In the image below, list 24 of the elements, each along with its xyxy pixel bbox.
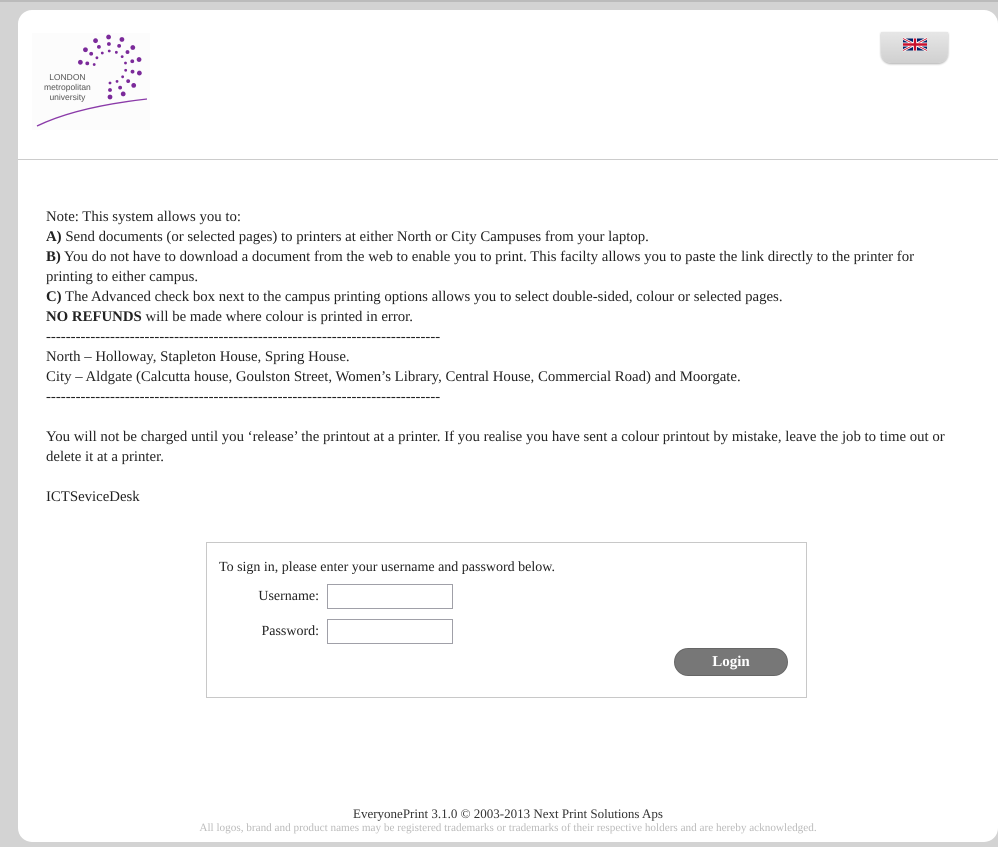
signature: ICTSeviceDesk — [46, 488, 141, 507]
notice-line: NO REFUNDS will be made where colour is printed in error. — [46, 308, 414, 327]
disclaimer-text: All logos, brand and product names may be registered trademarks or trademarks of their respective holders and are hereby acknowledged. — [199, 822, 817, 834]
notice-line: C) The Advanced check box next to the campus printing options allows you to select double-sided, colour or selected pages. — [46, 288, 784, 307]
notice-line: A) Send documents (or selected pages) to printers at either North or City Campuses from your laptop. — [46, 228, 650, 247]
field-label: Username: — [257, 588, 319, 604]
logo-text: LONDON — [49, 72, 86, 82]
logo-text: university — [49, 92, 86, 102]
login-button[interactable]: Login — [674, 648, 788, 676]
login-intro: To sign in, please enter your username and password below. — [219, 560, 556, 576]
copyright-text: EveryonePrint 3.1.0 © 2003-2013 Next Print Solutions Aps — [353, 806, 663, 822]
notice-line: City – Aldgate (Calcutta house, Goulston Street, Women’s Library, Central House, Commercial Road) and Moorgate. — [46, 368, 742, 387]
logo-text: metropolitan — [44, 82, 91, 92]
charge-note: You will not be charged until you ‘release’ the printout at a printer. If you realise you have sent a colour printout by mistake, leave the job to time out or delete it at a printer. — [46, 428, 946, 467]
notice-line: Note: This system allows you to: — [46, 208, 242, 227]
field-label: Password: — [260, 624, 319, 640]
language-button[interactable] — [881, 32, 948, 63]
username-field[interactable] — [327, 584, 453, 609]
notice-line: -------------------------------------------------------------------------------- — [46, 388, 442, 407]
notice-line: B) You do not have to download a document from the web to enable you to print. This facilty allows you to paste the link directly to the printer for printing to either campus. — [46, 248, 916, 287]
password-field[interactable] — [327, 619, 453, 644]
notice-line: -------------------------------------------------------------------------------- — [46, 328, 442, 347]
uk-flag-icon — [902, 37, 926, 52]
notice-line: North – Holloway, Stapleton House, Spring House. — [46, 348, 351, 367]
